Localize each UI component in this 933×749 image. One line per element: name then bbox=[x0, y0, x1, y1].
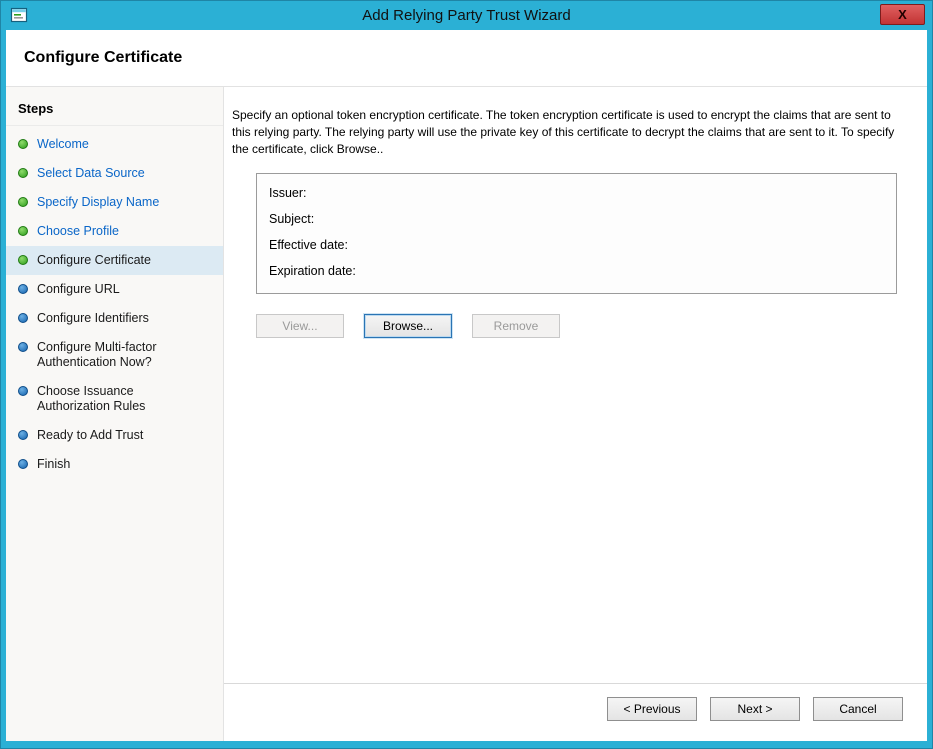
page-description: Specify an optional token encryption cer… bbox=[232, 103, 903, 157]
step-configure-url: Configure URL bbox=[6, 275, 223, 304]
step-status-icon bbox=[18, 313, 28, 323]
step-status-icon bbox=[18, 284, 28, 294]
step-configure-certificate: Configure Certificate bbox=[6, 246, 223, 275]
step-status-icon bbox=[18, 386, 28, 396]
step-label: Choose Profile bbox=[37, 224, 119, 239]
step-welcome[interactable]: Welcome bbox=[6, 130, 223, 159]
step-label: Finish bbox=[37, 457, 70, 472]
step-label: Configure URL bbox=[37, 282, 120, 297]
step-label: Select Data Source bbox=[37, 166, 145, 181]
step-status-icon bbox=[18, 197, 28, 207]
step-label: Welcome bbox=[37, 137, 89, 152]
step-status-icon bbox=[18, 342, 28, 352]
remove-button: Remove bbox=[472, 314, 560, 338]
browse-button[interactable]: Browse... bbox=[364, 314, 452, 338]
wizard-window: Add Relying Party Trust Wizard X Configu… bbox=[0, 0, 933, 749]
client-area: Configure Certificate Steps Welcome Sele… bbox=[6, 30, 927, 741]
step-status-icon bbox=[18, 139, 28, 149]
certificate-actions: View... Browse... Remove bbox=[256, 314, 897, 338]
page-header: Configure Certificate bbox=[6, 30, 927, 87]
step-status-icon bbox=[18, 226, 28, 236]
step-label: Configure Multi-factor Authentication No… bbox=[37, 340, 209, 370]
previous-button[interactable]: < Previous bbox=[607, 697, 697, 721]
expiration-date-label: Expiration date: bbox=[269, 261, 884, 287]
step-label: Configure Certificate bbox=[37, 253, 151, 268]
step-choose-issuance-rules: Choose Issuance Authorization Rules bbox=[6, 377, 223, 421]
step-status-icon bbox=[18, 255, 28, 265]
step-label: Configure Identifiers bbox=[37, 311, 149, 326]
step-label: Choose Issuance Authorization Rules bbox=[37, 384, 209, 414]
next-button[interactable]: Next > bbox=[710, 697, 800, 721]
effective-date-label: Effective date: bbox=[269, 235, 884, 261]
main-content: Specify an optional token encryption cer… bbox=[224, 87, 927, 741]
page-title: Configure Certificate bbox=[24, 49, 182, 67]
wizard-navigation: < Previous Next > Cancel bbox=[224, 683, 927, 741]
step-finish: Finish bbox=[6, 450, 223, 479]
close-icon: X bbox=[898, 7, 907, 22]
step-label: Ready to Add Trust bbox=[37, 428, 143, 443]
step-select-data-source[interactable]: Select Data Source bbox=[6, 159, 223, 188]
steps-heading: Steps bbox=[6, 95, 223, 126]
subject-label: Subject: bbox=[269, 209, 884, 235]
step-configure-identifiers: Configure Identifiers bbox=[6, 304, 223, 333]
wizard-icon bbox=[10, 6, 28, 24]
close-button[interactable]: X bbox=[880, 4, 925, 25]
step-ready-to-add-trust: Ready to Add Trust bbox=[6, 421, 223, 450]
step-status-icon bbox=[18, 430, 28, 440]
titlebar: Add Relying Party Trust Wizard X bbox=[1, 1, 932, 30]
step-specify-display-name[interactable]: Specify Display Name bbox=[6, 188, 223, 217]
step-choose-profile[interactable]: Choose Profile bbox=[6, 217, 223, 246]
window-title: Add Relying Party Trust Wizard bbox=[1, 7, 932, 24]
step-status-icon bbox=[18, 459, 28, 469]
steps-sidebar: Steps Welcome Select Data Source Specify… bbox=[6, 87, 224, 741]
certificate-details-box: Issuer: Subject: Effective date: Expirat… bbox=[256, 173, 897, 294]
steps-list: Welcome Select Data Source Specify Displ… bbox=[6, 130, 223, 479]
view-button: View... bbox=[256, 314, 344, 338]
step-configure-mfa: Configure Multi-factor Authentication No… bbox=[6, 333, 223, 377]
step-status-icon bbox=[18, 168, 28, 178]
issuer-label: Issuer: bbox=[269, 183, 884, 209]
cancel-button[interactable]: Cancel bbox=[813, 697, 903, 721]
step-label: Specify Display Name bbox=[37, 195, 159, 210]
